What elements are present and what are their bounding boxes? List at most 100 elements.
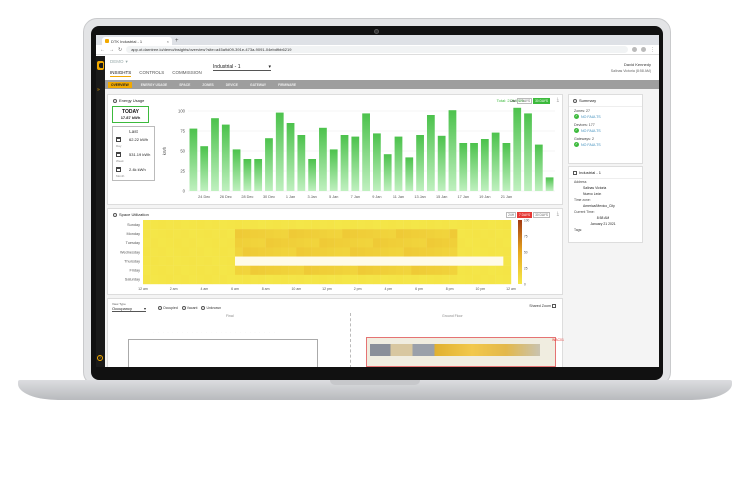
last-month-label: Month	[116, 174, 125, 178]
heatmap-cell	[288, 238, 297, 248]
tab-insights[interactable]: INSIGHTS	[110, 70, 132, 77]
heatmap-x-tick: 10 pm	[475, 287, 485, 291]
heatmap-cell	[143, 247, 151, 257]
gateways-status[interactable]: ✓ NO FAULTS	[574, 142, 637, 147]
site-title-text: Industrial - 1	[579, 170, 602, 175]
info-icon	[573, 98, 577, 103]
heatmap-cell	[365, 256, 374, 266]
reload-icon[interactable]: ↻	[118, 47, 122, 53]
heatmap-cell	[319, 256, 328, 266]
heatmap-cell	[342, 238, 351, 248]
heatmap-cell	[196, 220, 205, 230]
download-icon[interactable]: ⤓	[557, 97, 559, 103]
heatmap-cell	[495, 229, 504, 239]
shared-zoom-checkbox[interactable]	[552, 304, 556, 309]
zones-count: Zones: 27	[574, 109, 590, 113]
heatmap-cell	[219, 229, 228, 239]
final-floor-title: Final	[226, 314, 234, 318]
new-tab-button[interactable]: +	[175, 37, 179, 45]
range-7-days-button[interactable]: 7 DAYS	[517, 98, 533, 104]
heatmap-cell	[334, 238, 343, 248]
heatmap-cell	[242, 256, 251, 266]
heatmap-cell	[242, 220, 251, 230]
last-day-label: Day	[116, 144, 122, 148]
y-tick-label: 100	[178, 109, 186, 114]
download-icon[interactable]: ⤓	[557, 211, 559, 217]
check-icon: ✓	[574, 114, 579, 119]
logo-icon[interactable]	[97, 61, 104, 70]
check-icon: ✓	[574, 142, 579, 147]
energy-bar	[470, 143, 478, 191]
heatmap-cell	[380, 274, 389, 285]
heatmap-cell	[235, 220, 243, 230]
heatmap-cell	[273, 247, 282, 257]
subtab-firmware[interactable]: FIRMWARE	[275, 82, 299, 88]
space-utilization-panel: Space Utilization 24H 7 DAYS 30 DAYS ⤓ S…	[107, 208, 563, 295]
heatmap-cell	[396, 220, 404, 230]
org-select[interactable]: DEMO	[110, 59, 128, 65]
tab-commission[interactable]: COMMISSION	[172, 70, 202, 77]
heatmap-cell	[281, 265, 289, 276]
subtab-gateway[interactable]: GATEWAY	[247, 82, 269, 88]
heatmap-cell	[265, 229, 274, 239]
heatmap-cell	[373, 229, 381, 239]
user-menu[interactable]: David Kennedy Salinas Victoria (8:58 AM)	[611, 62, 651, 74]
subtab-device[interactable]: DEVICE	[223, 82, 241, 88]
close-tab-icon[interactable]: ×	[167, 39, 169, 44]
heatmap-cell	[480, 229, 489, 239]
heatmap-cell	[258, 265, 266, 276]
subtab-energy-usage[interactable]: ENERGY USAGE	[138, 82, 171, 88]
view-type-select[interactable]: Occupancy	[112, 306, 146, 312]
legend-vacant: Vacant	[181, 306, 197, 311]
heatmap-cell	[350, 229, 358, 239]
extension-icon[interactable]	[632, 47, 637, 52]
heatmap-cell	[373, 274, 381, 285]
heatmap-cell	[319, 220, 328, 230]
back-icon[interactable]: ←	[100, 47, 105, 53]
site-select[interactable]: Industrial - 1	[213, 64, 271, 71]
forward-icon[interactable]: →	[109, 47, 114, 53]
url-input[interactable]: app.ot.darntree.io/demo/insights/overvie…	[126, 46, 628, 53]
heatmap-cell	[426, 265, 435, 276]
devices-status[interactable]: ✓ NO FAULTS	[574, 128, 637, 133]
heatmap-cell	[235, 229, 243, 239]
range-30-days-button[interactable]: 30 DAYS	[533, 98, 550, 104]
heatmap-cell	[250, 238, 259, 248]
heatmap-cell	[457, 265, 466, 276]
heatmap-cell	[373, 220, 381, 230]
subtab-zones[interactable]: ZONES	[199, 82, 216, 88]
heatmap-cell	[189, 265, 197, 276]
heatmap-cell	[158, 247, 167, 257]
zones-status[interactable]: ✓ NO FAULTS	[574, 114, 637, 119]
subtab-space[interactable]: SPACE	[176, 82, 193, 88]
profile-icon[interactable]	[641, 47, 646, 52]
energy-range-control: Last 7 DAYS 30 DAYS	[510, 98, 550, 104]
heatmap-cell	[258, 229, 266, 239]
heatmap-cell	[434, 220, 443, 230]
heatmap-cell	[296, 247, 305, 257]
subtab-overview[interactable]: OVERVIEW	[108, 81, 132, 88]
energy-title-text: Energy Usage	[119, 98, 145, 103]
heatmap-cell	[403, 274, 412, 285]
tab-controls[interactable]: CONTROLS	[139, 70, 164, 77]
heatmap-cell	[350, 265, 358, 276]
menu-icon[interactable]: ⋮	[650, 47, 655, 53]
heatmap-cell	[480, 265, 489, 276]
heatmap-cell	[373, 247, 381, 257]
heatmap-x-tick: 2 am	[170, 287, 178, 291]
heatmap-x-tick: 4 am	[200, 287, 208, 291]
help-icon[interactable]: ?	[97, 355, 103, 361]
shared-zoom-toggle[interactable]: Shared Zoom	[529, 304, 556, 309]
heatmap-cell	[472, 229, 481, 239]
x-tick-label: 26 Dec	[220, 195, 232, 199]
heatmap-cell	[296, 265, 305, 276]
energy-bar	[200, 146, 209, 191]
heatmap-cell	[396, 256, 404, 266]
heatmap-cell	[457, 274, 466, 285]
expand-rail-icon[interactable]: »	[97, 87, 100, 93]
heatmap-cell	[212, 238, 220, 248]
browser-tab[interactable]: DTK Industrial - 1 ×	[102, 37, 172, 45]
heatmap-scale-label: 25	[524, 266, 528, 270]
heatmap-cell	[311, 265, 320, 276]
final-floorplan[interactable]	[128, 339, 318, 367]
